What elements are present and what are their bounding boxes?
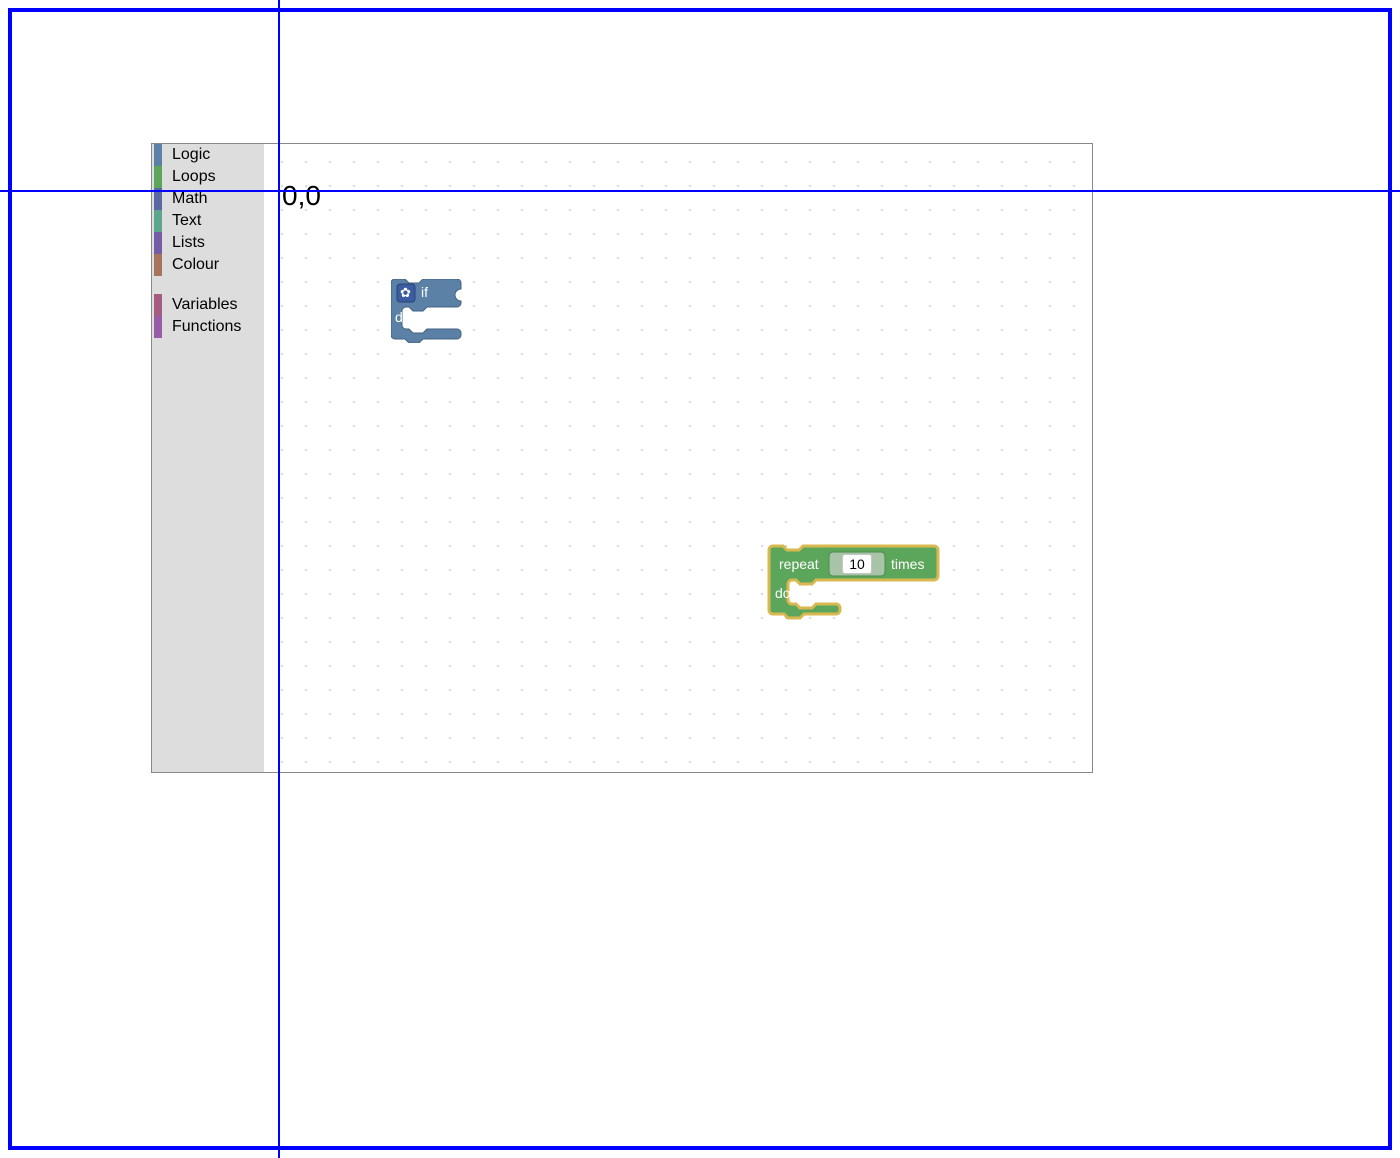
toolbox-item-lists[interactable]: Lists xyxy=(152,232,264,254)
toolbox-item-functions[interactable]: Functions xyxy=(152,316,264,338)
origin-coordinate-label: 0,0 xyxy=(282,180,321,212)
if-block[interactable]: ✿ if do xyxy=(391,279,473,343)
toolbox-swatch xyxy=(154,210,162,232)
repeat-count-input[interactable] xyxy=(842,554,872,574)
repeat-block[interactable]: repeat times do xyxy=(767,544,942,622)
if-label: if xyxy=(421,284,428,300)
toolbox-swatch xyxy=(154,144,162,166)
gear-icon-glyph: ✿ xyxy=(400,285,411,300)
toolbox-item-loops[interactable]: Loops xyxy=(152,166,264,188)
toolbox-item-label: Lists xyxy=(172,234,205,252)
toolbox-swatch xyxy=(154,316,162,338)
toolbox: Logic Loops Math Text Lists Colour Variables F… xyxy=(152,144,264,772)
toolbox-swatch xyxy=(154,232,162,254)
toolbox-item-label: Loops xyxy=(172,168,216,186)
toolbox-item-text[interactable]: Text xyxy=(152,210,264,232)
crosshair-horizontal xyxy=(0,190,1400,192)
toolbox-item-label: Math xyxy=(172,190,208,208)
toolbox-swatch xyxy=(154,294,162,316)
workspace-canvas[interactable]: 0,0 ✿ if do repeat times do xyxy=(264,144,1092,772)
crosshair-vertical xyxy=(278,0,280,1158)
toolbox-item-label: Colour xyxy=(172,256,219,274)
toolbox-separator xyxy=(152,276,264,294)
repeat-do-label: do xyxy=(775,585,791,601)
toolbox-item-variables[interactable]: Variables xyxy=(152,294,264,316)
toolbox-swatch xyxy=(154,166,162,188)
repeat-times-label: times xyxy=(891,556,924,572)
toolbox-item-logic[interactable]: Logic xyxy=(152,144,264,166)
toolbox-item-colour[interactable]: Colour xyxy=(152,254,264,276)
toolbox-item-label: Variables xyxy=(172,296,238,314)
toolbox-item-label: Logic xyxy=(172,146,210,164)
if-do-label: do xyxy=(395,309,411,325)
toolbox-item-label: Functions xyxy=(172,318,241,336)
toolbox-swatch xyxy=(154,254,162,276)
toolbox-item-label: Text xyxy=(172,212,201,230)
repeat-label: repeat xyxy=(779,556,819,572)
blockly-editor: Logic Loops Math Text Lists Colour Variables F… xyxy=(151,143,1093,773)
